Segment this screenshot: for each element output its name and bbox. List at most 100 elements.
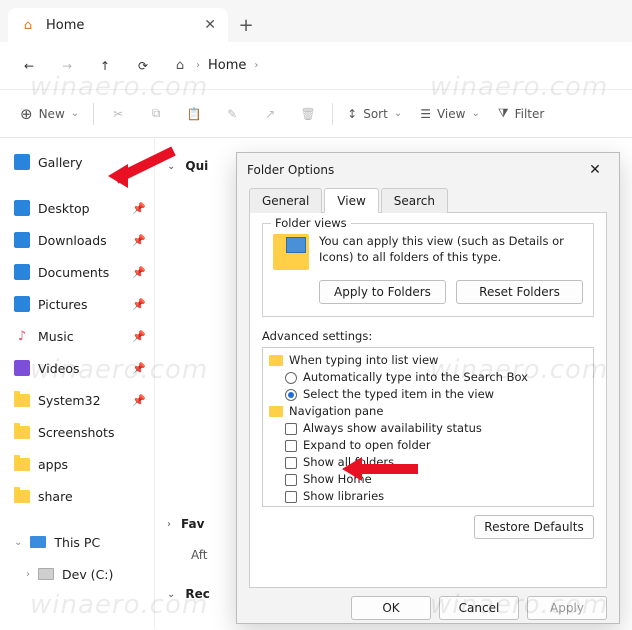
radio-icon[interactable] xyxy=(285,389,297,401)
tab-view[interactable]: View xyxy=(324,188,378,213)
folder-views-text: You can apply this view (such as Details… xyxy=(319,234,583,270)
pc-icon xyxy=(30,536,46,548)
tree-option-auto-search[interactable]: Automatically type into the Search Box xyxy=(269,369,587,386)
checkbox-icon[interactable] xyxy=(285,423,297,435)
tree-option-network[interactable]: Show Network xyxy=(269,505,587,507)
desktop-icon xyxy=(14,200,30,216)
pin-icon: 📌 xyxy=(132,330,146,343)
tree-node-typing[interactable]: When typing into list view xyxy=(269,352,587,369)
pin-icon: 📌 xyxy=(132,298,146,311)
breadcrumb-home[interactable]: Home xyxy=(208,58,246,73)
restore-defaults-button[interactable]: Restore Defaults xyxy=(474,515,594,539)
delete-button[interactable]: 🗑 xyxy=(290,98,326,130)
tab-general[interactable]: General xyxy=(249,188,322,213)
dialog-body: Folder views You can apply this view (su… xyxy=(249,212,607,588)
radio-icon[interactable] xyxy=(285,372,297,384)
chevron-down-icon: ⌄ xyxy=(394,108,402,119)
chevron-down-icon: ⌄ xyxy=(471,108,479,119)
new-tab-button[interactable]: + xyxy=(228,8,264,42)
checkbox-icon[interactable] xyxy=(285,491,297,503)
sidebar-item-videos[interactable]: Videos📌 xyxy=(10,352,150,384)
sidebar-item-music[interactable]: ♪Music📌 xyxy=(10,320,150,352)
cancel-button[interactable]: Cancel xyxy=(439,596,519,620)
sidebar-item-share[interactable]: share xyxy=(10,480,150,512)
sidebar-label: Dev (C:) xyxy=(62,567,113,582)
sidebar-item-apps[interactable]: apps xyxy=(10,448,150,480)
close-tab-button[interactable]: ✕ xyxy=(204,17,216,33)
checkbox-icon[interactable] xyxy=(285,474,297,486)
section-label: Rec xyxy=(185,587,210,601)
sidebar-label: Music xyxy=(38,329,74,344)
copy-button[interactable]: ⧉ xyxy=(138,98,174,130)
share-button[interactable]: ↗ xyxy=(252,98,288,130)
close-button[interactable]: ✕ xyxy=(581,156,609,184)
rename-button[interactable]: ✎ xyxy=(214,98,250,130)
folder-views-group: Folder views You can apply this view (su… xyxy=(262,223,594,317)
tree-option-libraries[interactable]: Show libraries xyxy=(269,488,587,505)
toolbar: ⊕ New ⌄ ✂ ⧉ 📋 ✎ ↗ 🗑 ↕ Sort ⌄ ☰ View ⌄ ⧩ … xyxy=(0,90,632,138)
separator xyxy=(332,103,333,125)
sort-button[interactable]: ↕ Sort ⌄ xyxy=(339,98,410,130)
plus-icon: ⊕ xyxy=(20,105,33,123)
sidebar-item-downloads[interactable]: Downloads📌 xyxy=(10,224,150,256)
chevron-right-icon: › xyxy=(196,60,200,71)
apply-to-folders-button[interactable]: Apply to Folders xyxy=(319,280,446,304)
tab-home[interactable]: ⌂ Home ✕ xyxy=(8,8,228,42)
ok-button[interactable]: OK xyxy=(351,596,431,620)
paste-icon: 📋 xyxy=(187,107,202,121)
tree-option-show-home[interactable]: Show Home xyxy=(269,471,587,488)
pin-icon: 📌 xyxy=(132,394,146,407)
folder-icon xyxy=(269,406,283,417)
sidebar-item-screenshots[interactable]: Screenshots xyxy=(10,416,150,448)
refresh-button[interactable]: ⟳ xyxy=(126,49,160,83)
downloads-icon xyxy=(14,232,30,248)
checkbox-icon[interactable] xyxy=(285,440,297,452)
sidebar: Gallery Desktop📌 Downloads📌 Documents📌 P… xyxy=(0,138,155,629)
copy-icon: ⧉ xyxy=(152,106,161,121)
tree-node-navpane[interactable]: Navigation pane xyxy=(269,403,587,420)
tab-search[interactable]: Search xyxy=(381,188,448,213)
new-button[interactable]: ⊕ New ⌄ xyxy=(12,98,87,130)
separator xyxy=(93,103,94,125)
filter-button[interactable]: ⧩ Filter xyxy=(490,98,552,130)
apply-button[interactable]: Apply xyxy=(527,596,607,620)
reset-folders-button[interactable]: Reset Folders xyxy=(456,280,583,304)
sidebar-label: Screenshots xyxy=(38,425,114,440)
navbar: ← → ↑ ⟳ ⌂ › Home › xyxy=(0,42,632,90)
videos-icon xyxy=(14,360,30,376)
tree-option-select-typed[interactable]: Select the typed item in the view xyxy=(269,386,587,403)
folder-icon xyxy=(14,458,30,471)
sidebar-label: Gallery xyxy=(38,155,83,170)
view-icon: ☰ xyxy=(420,107,431,121)
sidebar-item-dev[interactable]: ›Dev (C:) xyxy=(10,558,150,590)
sidebar-item-gallery[interactable]: Gallery xyxy=(10,146,150,178)
sidebar-label: apps xyxy=(38,457,68,472)
paste-button[interactable]: 📋 xyxy=(176,98,212,130)
breadcrumb[interactable]: ⌂ › Home › xyxy=(172,58,258,74)
tree-option-all-folders[interactable]: Show all folders xyxy=(269,454,587,471)
titlebar: ⌂ Home ✕ + xyxy=(0,0,632,42)
sidebar-item-system32[interactable]: System32📌 xyxy=(10,384,150,416)
sidebar-label: Downloads xyxy=(38,233,107,248)
up-button[interactable]: ↑ xyxy=(88,49,122,83)
dialog-title: Folder Options xyxy=(247,163,334,177)
sidebar-item-desktop[interactable]: Desktop📌 xyxy=(10,192,150,224)
chevron-down-icon: ⌄ xyxy=(167,589,175,600)
sort-label: Sort xyxy=(363,107,388,121)
share-icon: ↗ xyxy=(265,107,275,121)
sidebar-item-thispc[interactable]: ⌄This PC xyxy=(10,526,150,558)
view-button[interactable]: ☰ View ⌄ xyxy=(412,98,488,130)
advanced-settings-tree[interactable]: When typing into list view Automatically… xyxy=(262,347,594,507)
back-button[interactable]: ← xyxy=(12,49,46,83)
tree-option-expand[interactable]: Expand to open folder xyxy=(269,437,587,454)
cut-button[interactable]: ✂ xyxy=(100,98,136,130)
folder-options-dialog: Folder Options ✕ General View Search Fol… xyxy=(236,152,620,624)
sidebar-item-pictures[interactable]: Pictures📌 xyxy=(10,288,150,320)
gallery-icon xyxy=(14,154,30,170)
cut-icon: ✂ xyxy=(113,107,123,121)
tree-option-availability[interactable]: Always show availability status xyxy=(269,420,587,437)
checkbox-icon[interactable] xyxy=(285,457,297,469)
sidebar-item-documents[interactable]: Documents📌 xyxy=(10,256,150,288)
pin-icon: 📌 xyxy=(132,362,146,375)
forward-button[interactable]: → xyxy=(50,49,84,83)
